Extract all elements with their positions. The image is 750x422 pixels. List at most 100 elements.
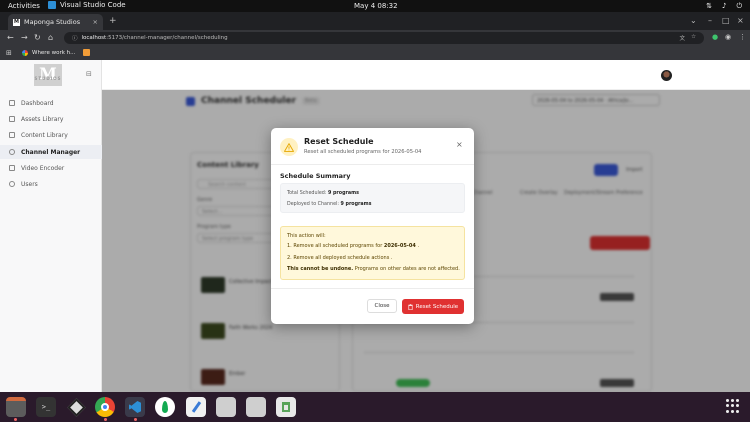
users-icon [9,181,15,187]
collapse-sidebar-icon[interactable]: ⊟ [86,70,92,78]
new-tab-icon[interactable]: + [109,16,117,26]
running-indicator [104,418,107,421]
browser-menu-icon[interactable]: ⋮ [739,33,746,41]
close-window-icon[interactable]: × [737,16,744,25]
close-icon[interactable]: × [456,140,463,149]
sidebar-item-users[interactable]: Users [0,177,102,191]
site-info-icon[interactable]: ⓘ [72,34,78,42]
clock[interactable]: May 4 08:32 [354,2,398,10]
home-icon[interactable]: ⌂ [48,33,53,42]
schedule-summary-box: Total Scheduled: 9 programs Deployed to … [280,183,465,213]
sidebar-item-label: Assets Library [21,115,64,123]
translate-icon[interactable]: 文 [680,34,686,42]
close-tab-icon[interactable]: × [93,18,98,26]
channel-icon [9,149,15,155]
chrome-icon[interactable] [95,397,115,417]
running-indicator [14,418,17,421]
sidebar-item-label: Content Library [21,131,68,139]
taskbar: >_ [0,392,750,422]
browser-tab[interactable]: M Maponga Studios × [8,14,103,30]
avatar[interactable] [661,70,672,81]
summary-title: Schedule Summary [280,172,351,180]
google-icon [22,50,28,56]
bookmark-orange-icon[interactable] [83,49,90,56]
dialog-header: Reset Schedule Reset all scheduled progr… [271,128,474,165]
studio-logo[interactable]: M STUDIOS [34,64,62,86]
close-button[interactable]: Close [367,299,397,313]
profile-icon[interactable]: ◉ [725,33,731,41]
sidebar-item-label: Channel Manager [21,148,81,156]
sidebar-item-assets-library[interactable]: Assets Library [0,112,102,126]
total-scheduled-line: Total Scheduled: 9 programs [287,191,359,196]
undo-rest: Programs on other dates are not affected… [353,266,460,272]
undo-bold: This cannot be undone. [287,266,354,272]
text-editor-icon[interactable] [186,397,206,417]
box-icon[interactable] [66,397,86,417]
sidebar-item-label: Users [21,180,38,188]
sidebar-item-label: Dashboard [21,99,54,107]
warning-icon [280,138,298,156]
vscode-icon [48,1,56,9]
apps-grid-icon[interactable]: ⊞ [6,49,12,57]
warning-box: This action will: 1. Remove all schedule… [280,226,465,280]
show-apps-icon[interactable] [726,399,740,413]
sidebar-item-dashboard[interactable]: Dashboard [0,96,102,110]
address-bar[interactable]: ⓘ localhost:5173/channel-manager/channel… [64,32,704,44]
sidebar-item-content-library[interactable]: Content Library [0,128,102,142]
undo-warning: This cannot be undone. Programs on other… [287,266,460,272]
action-item-1: 1. Remove all scheduled programs for 202… [287,243,419,249]
site-favicon-icon: M [13,18,20,26]
forward-icon[interactable]: → [21,33,28,42]
maximize-icon[interactable]: □ [722,16,730,25]
folder-icon [9,116,15,122]
reset-schedule-button[interactable]: Reset Schedule [402,299,464,314]
video-icon [9,165,15,171]
minimize-icon[interactable]: – [708,16,712,25]
deployed-label: Deployed to Channel: [287,202,339,207]
dialog-footer: Close Reset Schedule [271,288,474,324]
library-icon [9,132,15,138]
dialog-subtitle: Reset all scheduled programs for 2026-05… [304,149,422,155]
system-tray[interactable]: ⇅ ♪ ⏻ [706,2,742,11]
bookmarks-bar: ⊞ Where work h... [0,46,750,60]
action-1-text: 1. Remove all scheduled programs for [287,243,383,249]
reload-icon[interactable]: ↻ [34,33,41,42]
bookmark-label: Where work h... [32,50,76,56]
deployed-value: 9 programs [340,202,372,207]
trash-icon [408,303,413,310]
total-value: 9 programs [327,191,359,196]
bookmark-star-icon[interactable]: ☆ [691,34,696,42]
browser-tab-strip: M Maponga Studios × + ⌄ – □ × [0,12,750,30]
bookmark-item[interactable]: Where work h... [22,50,75,56]
reset-button-label: Reset Schedule [415,303,459,310]
back-icon[interactable]: ← [7,33,14,42]
sidebar-item-label: Video Encoder [21,164,65,172]
deployed-line: Deployed to Channel: 9 programs [287,202,372,207]
reset-schedule-dialog: Reset Schedule Reset all scheduled progr… [271,128,474,324]
volume-icon: ♪ [721,2,727,10]
terminal-icon[interactable]: >_ [36,397,56,417]
trash-icon[interactable] [276,397,296,417]
action-1-suffix: . [417,243,420,249]
drive-icon[interactable] [216,397,236,417]
vscode-icon[interactable] [125,397,145,417]
mongodb-icon[interactable] [155,397,175,417]
total-label: Total Scheduled: [287,191,327,196]
files-icon[interactable] [6,397,26,417]
dialog-title: Reset Schedule [304,137,374,146]
sidebar-item-video-encoder[interactable]: Video Encoder [0,161,102,175]
activities-button[interactable]: Activities [8,2,40,10]
action-item-2: 2. Remove all deployed schedule actions … [287,255,393,261]
browser-toolbar: ← → ↻ ⌂ ⓘ localhost:5173/channel-manager… [0,30,750,46]
action-intro: This action will: [287,233,326,239]
tab-title: Maponga Studios [24,18,81,26]
app-header [102,60,750,90]
active-app-name: Visual Studio Code [60,1,126,9]
power-icon: ⏻ [736,2,742,10]
active-app-indicator[interactable]: Visual Studio Code [48,1,126,9]
extension-icon[interactable]: ● [712,33,718,41]
sidebar-item-channel-manager[interactable]: Channel Manager [0,145,102,159]
drive-icon[interactable] [246,397,266,417]
tab-search-icon[interactable]: ⌄ [690,16,697,25]
home-icon [9,100,15,106]
